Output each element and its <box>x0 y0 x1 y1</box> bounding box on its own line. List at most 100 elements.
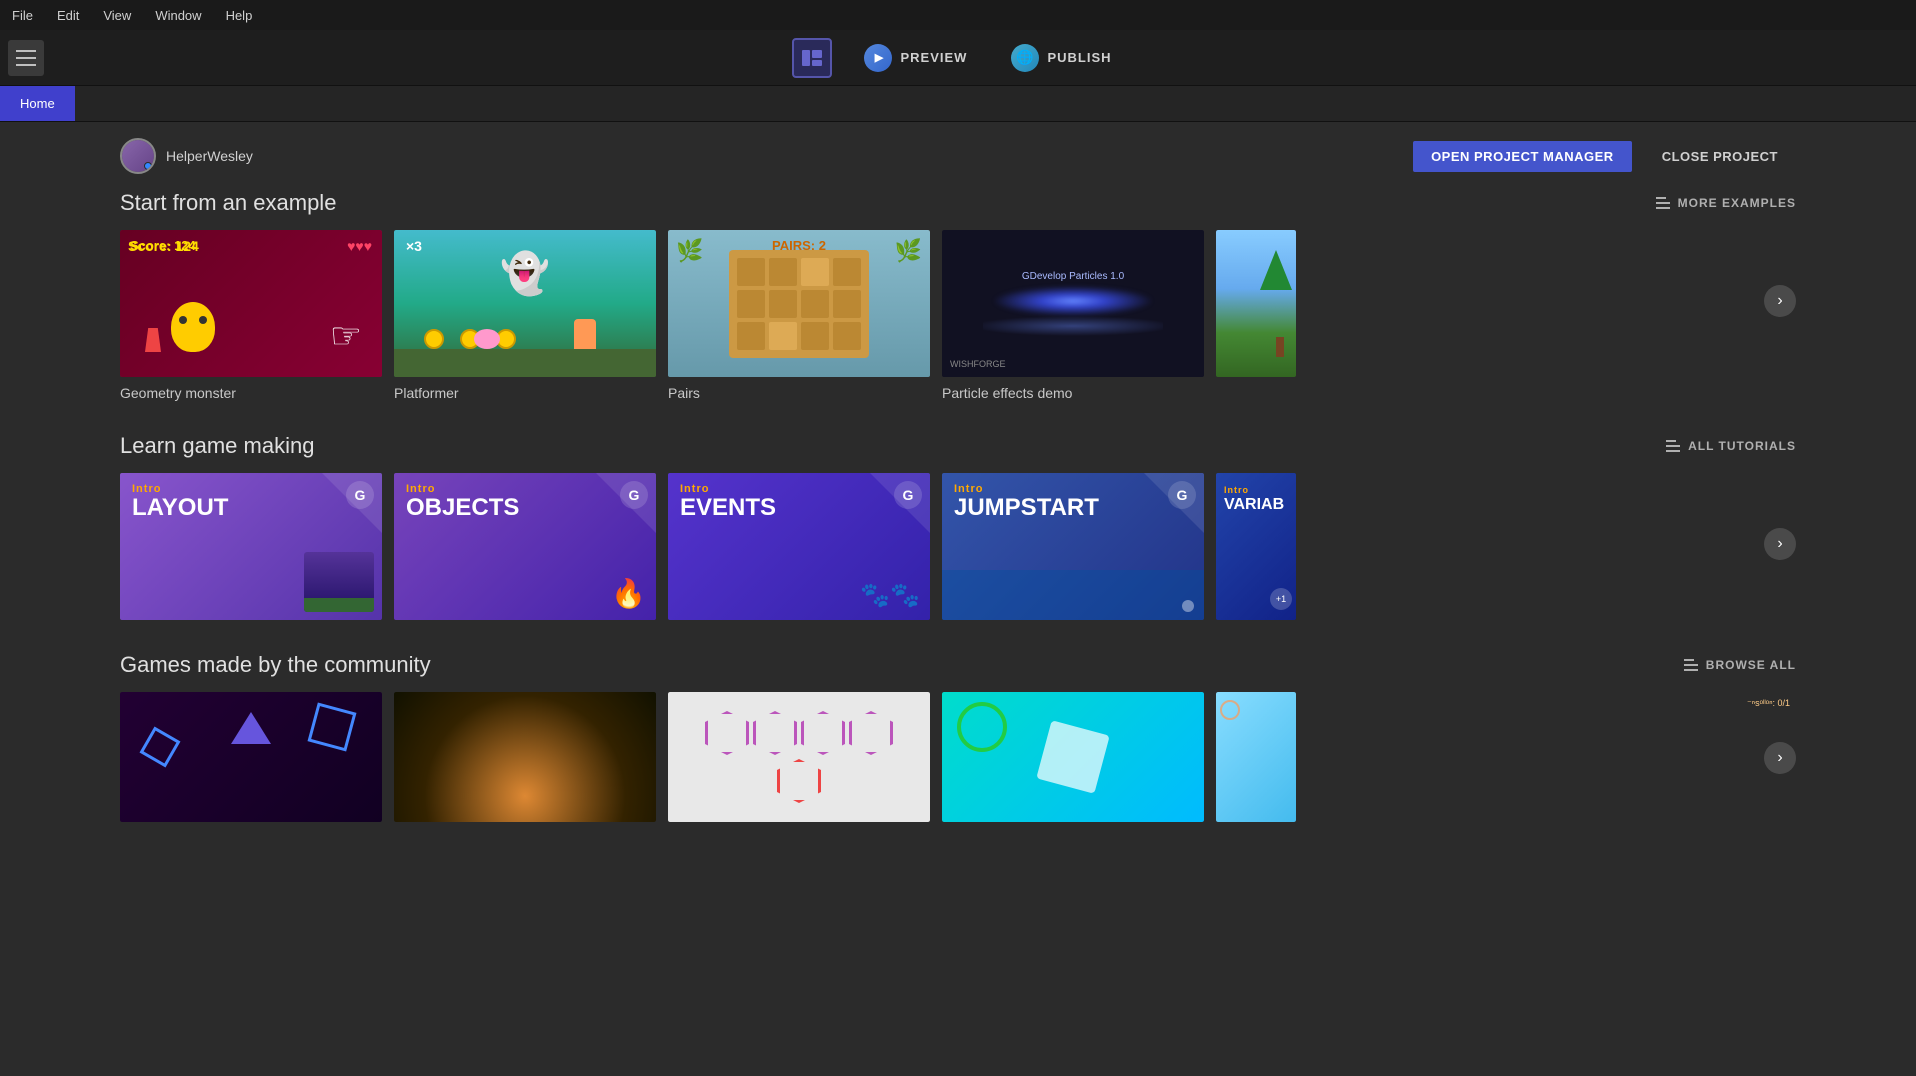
comm-bg-4 <box>942 692 1204 822</box>
menu-edit[interactable]: Edit <box>53 6 83 25</box>
plant-left: 🌿 <box>676 238 703 264</box>
jumpstart-title: Jumpstart <box>954 495 1192 521</box>
hamburger-menu-button[interactable] <box>8 40 44 76</box>
community-scroll-right[interactable]: › <box>1764 742 1796 774</box>
publish-icon <box>1011 44 1039 72</box>
square-shape-2 <box>140 727 181 768</box>
browse-all-link[interactable]: BROWSE ALL <box>1684 658 1796 672</box>
tutorials-section: Learn game making ALL TUTORIALS <box>120 433 1796 620</box>
preview-label: PREVIEW <box>900 50 967 65</box>
variables-overlay-partial: Intro Variab <box>1224 481 1284 514</box>
community-card-4[interactable] <box>942 692 1204 822</box>
examples-section: Start from an example MORE EXAMPLES Scor… <box>120 190 1796 401</box>
community-card-5-partial[interactable] <box>1216 692 1296 822</box>
card-geometry-label: Geometry monster <box>120 385 382 401</box>
geometry-bg: Score: 124 ♥♥♥ ☞ <box>120 230 382 377</box>
header-row: HelperWesley OPEN PROJECT MANAGER CLOSE … <box>120 138 1796 174</box>
hat-shape <box>145 328 161 352</box>
layout-title: Layout <box>132 495 370 521</box>
card-pairs[interactable]: PAIRS: 2 🌿 🌿 <box>668 230 930 401</box>
all-tutorials-link[interactable]: ALL TUTORIALS <box>1666 439 1796 453</box>
card-particles[interactable]: GDevelop Particles 1.0 WISHFORGE Particl… <box>942 230 1204 401</box>
pairs-cell-5 <box>737 290 765 318</box>
card-pairs-thumb: PAIRS: 2 🌿 🌿 <box>668 230 930 377</box>
particles-bg: GDevelop Particles 1.0 WISHFORGE <box>942 230 1204 377</box>
more-examples-label: MORE EXAMPLES <box>1678 196 1796 210</box>
menu-window[interactable]: Window <box>151 6 205 25</box>
tab-home[interactable]: Home <box>0 86 75 121</box>
publish-button[interactable]: PUBLISH <box>999 38 1123 78</box>
close-project-button[interactable]: CLOSE PROJECT <box>1644 141 1796 172</box>
pairs-cell-11 <box>801 322 829 350</box>
avatar-online-dot <box>144 162 152 170</box>
community-thumb-1 <box>120 692 382 822</box>
tutorial-jumpstart-thumb: Intro Jumpstart G <box>942 473 1204 620</box>
multiplier-label: ×3 <box>406 238 422 254</box>
menu-bar: File Edit View Window Help <box>0 0 1916 30</box>
list-line-2 <box>1656 202 1670 204</box>
gdevelop-icon[interactable] <box>792 38 832 78</box>
card-downhill-partial[interactable] <box>1216 230 1296 401</box>
pairs-cell-4 <box>833 258 861 286</box>
hex-grid <box>699 711 899 803</box>
comm1-shapes <box>120 692 382 822</box>
character <box>574 319 596 349</box>
open-project-manager-button[interactable]: OPEN PROJECT MANAGER <box>1413 141 1632 172</box>
tutorials-list-icon <box>1666 440 1680 452</box>
examples-cards-row: Score: 124 ♥♥♥ ☞ <box>120 230 1796 401</box>
wishforge-label: WISHFORGE <box>950 359 1006 369</box>
card-tutorial-jumpstart[interactable]: Intro Jumpstart G <box>942 473 1204 620</box>
card-platformer[interactable]: ×3 👻 <box>394 230 656 401</box>
header-buttons: OPEN PROJECT MANAGER CLOSE PROJECT <box>1413 141 1796 172</box>
community-cards-wrapper: ⁻ⁿsᵒˡˡᵒⁿ: 0/1 <box>120 692 1796 822</box>
card-tutorial-variables-partial[interactable]: Intro Variab +1 <box>1216 473 1296 620</box>
menu-file[interactable]: File <box>8 6 37 25</box>
hamburger-line-3 <box>16 64 36 66</box>
score-label: Score: 124 <box>130 238 196 253</box>
all-tutorials-label: ALL TUTORIALS <box>1688 439 1796 453</box>
tutorials-scroll-right[interactable]: › <box>1764 528 1796 560</box>
cursor-icon: ☞ <box>330 315 362 357</box>
card-tutorial-events[interactable]: Intro Events G 🐾🐾 <box>668 473 930 620</box>
tutorial-objects-thumb: Intro Objects G 🔥 <box>394 473 656 620</box>
tutorials-cards-row: Intro Layout G <box>120 473 1796 620</box>
community-cards-row: ⁻ⁿsᵒˡˡᵒⁿ: 0/1 <box>120 692 1796 822</box>
toolbar: PREVIEW PUBLISH <box>0 30 1916 86</box>
avatar[interactable] <box>120 138 156 174</box>
pairs-header-text: PAIRS: 2 <box>772 238 826 253</box>
platform <box>394 349 656 377</box>
pairs-cell-2 <box>769 258 797 286</box>
square-shape-1 <box>308 703 357 752</box>
examples-header: Start from an example MORE EXAMPLES <box>120 190 1796 216</box>
community-card-1[interactable] <box>120 692 382 822</box>
card-downhill-thumb <box>1216 230 1296 377</box>
layout-preview-thumb <box>304 552 374 612</box>
coins <box>424 329 516 349</box>
card-tutorial-objects[interactable]: Intro Objects G 🔥 <box>394 473 656 620</box>
comm-bg-3 <box>668 692 930 822</box>
hex-2 <box>753 711 797 755</box>
nav-tabs: Home <box>0 86 1916 122</box>
card-tutorial-layout[interactable]: Intro Layout G <box>120 473 382 620</box>
community-title: Games made by the community <box>120 652 431 678</box>
comm-bg-1 <box>120 692 382 822</box>
pairs-cell-12 <box>833 322 861 350</box>
platformer-bg: ×3 👻 <box>394 230 656 377</box>
monster-eye-right <box>199 316 207 324</box>
examples-scroll-right[interactable]: › <box>1764 285 1796 317</box>
tutorial-layout-thumb: Intro Layout G <box>120 473 382 620</box>
objects-title: Objects <box>406 495 644 521</box>
card-geometry-monster[interactable]: Score: 124 ♥♥♥ ☞ <box>120 230 382 401</box>
hex-3 <box>801 711 845 755</box>
triangle-shape <box>231 712 271 744</box>
pairs-cell-6 <box>769 290 797 318</box>
community-card-2[interactable]: ⁻ⁿsᵒˡˡᵒⁿ: 0/1 <box>394 692 656 822</box>
preview-button[interactable]: PREVIEW <box>852 38 979 78</box>
pairs-cell-1 <box>737 258 765 286</box>
list-line-3 <box>1656 207 1670 209</box>
more-examples-link[interactable]: MORE EXAMPLES <box>1656 196 1796 210</box>
community-card-3[interactable] <box>668 692 930 822</box>
card-particles-label: Particle effects demo <box>942 385 1204 401</box>
menu-help[interactable]: Help <box>222 6 257 25</box>
menu-view[interactable]: View <box>99 6 135 25</box>
